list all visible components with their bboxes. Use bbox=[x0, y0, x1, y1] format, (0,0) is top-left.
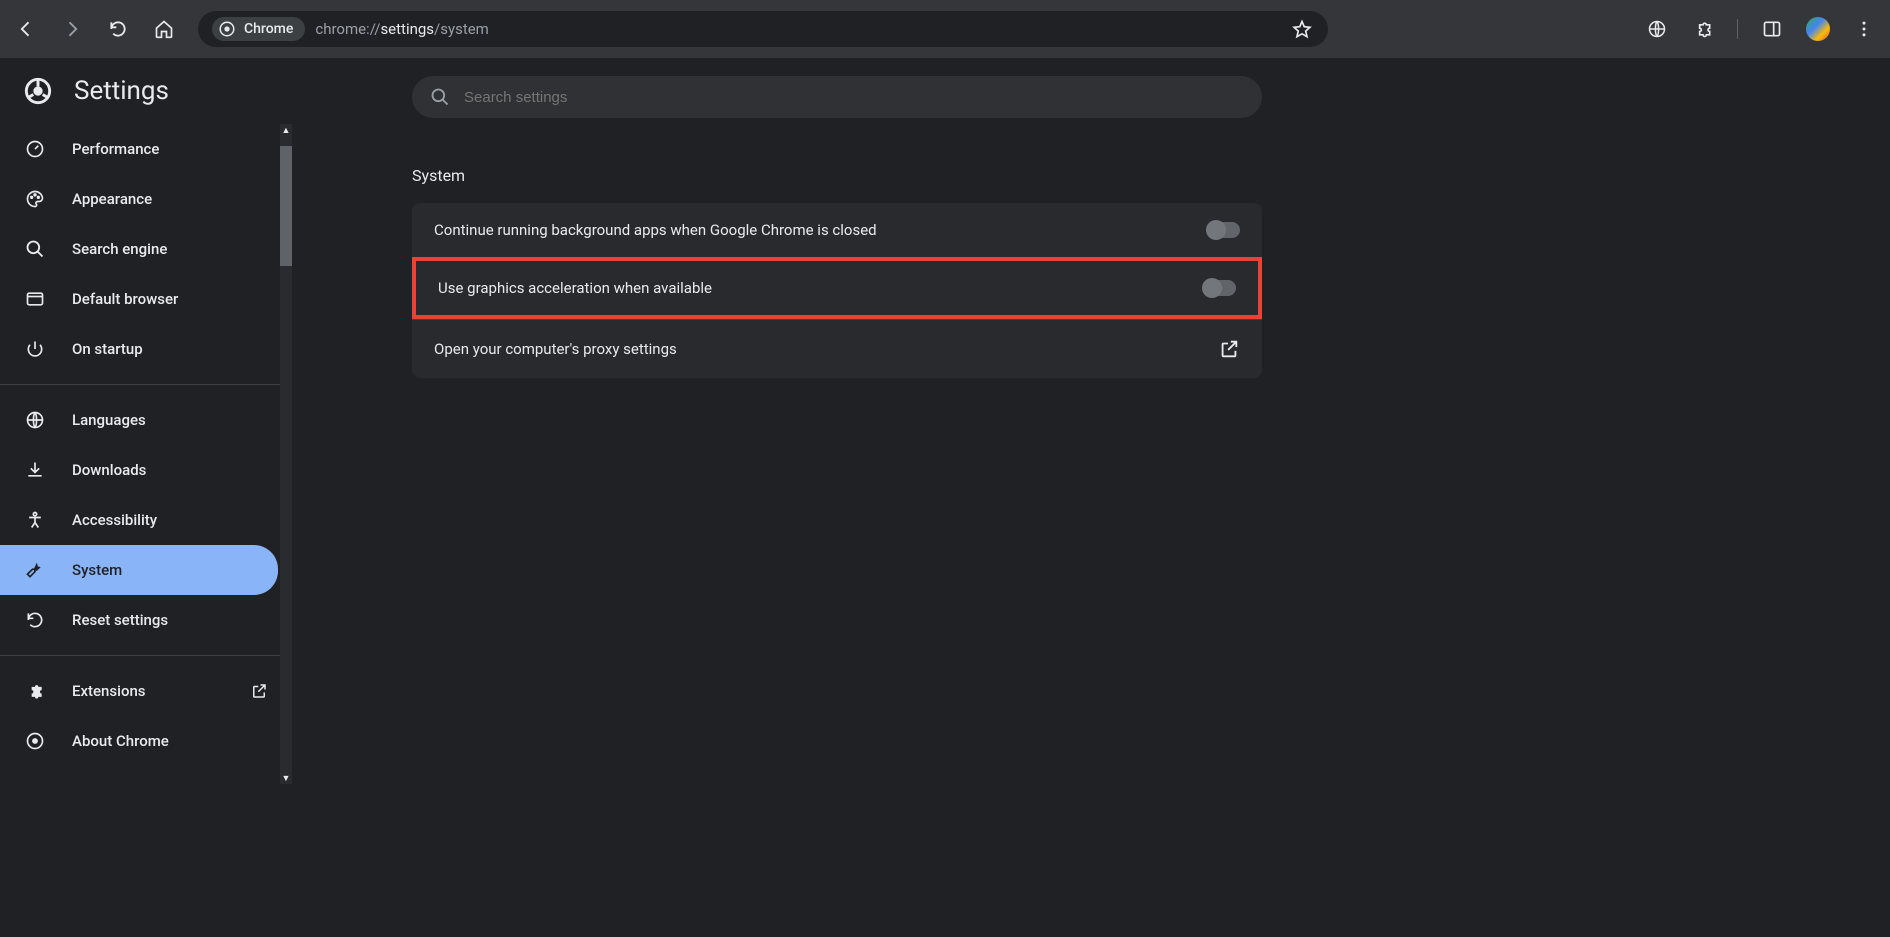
chrome-logo-icon bbox=[24, 77, 52, 105]
sidebar-item-label: Accessibility bbox=[72, 511, 157, 529]
content-area: Settings Performance Appearance Search e… bbox=[0, 58, 1890, 937]
search-wrap bbox=[292, 76, 1890, 118]
wrench-icon bbox=[24, 559, 46, 581]
sidebar-item-languages[interactable]: Languages bbox=[0, 395, 292, 445]
profile-avatar[interactable] bbox=[1806, 17, 1830, 41]
row-label: Open your computer's proxy settings bbox=[434, 340, 677, 358]
sidebar-item-label: Performance bbox=[72, 140, 159, 158]
reset-icon bbox=[24, 609, 46, 631]
sidebar-item-extensions[interactable]: Extensions bbox=[0, 666, 292, 716]
bookmark-button[interactable] bbox=[1290, 17, 1314, 41]
reload-button[interactable] bbox=[106, 17, 130, 41]
browser-toolbar: Chrome chrome://settings/system bbox=[0, 0, 1890, 58]
browser-icon bbox=[24, 288, 46, 310]
download-icon bbox=[24, 459, 46, 481]
nav-button-group bbox=[14, 17, 176, 41]
scrollbar-thumb[interactable] bbox=[280, 146, 292, 266]
forward-button[interactable] bbox=[60, 17, 84, 41]
sidebar: Settings Performance Appearance Search e… bbox=[0, 58, 292, 937]
back-button[interactable] bbox=[14, 17, 38, 41]
separator bbox=[1737, 19, 1738, 39]
sidebar-item-label: Default browser bbox=[72, 290, 178, 308]
scrollbar-track[interactable]: ▲ ▼ bbox=[280, 124, 292, 784]
sidebar-item-search-engine[interactable]: Search engine bbox=[0, 224, 292, 274]
globe-icon bbox=[24, 409, 46, 431]
sidebar-item-downloads[interactable]: Downloads bbox=[0, 445, 292, 495]
row-label: Use graphics acceleration when available bbox=[438, 279, 712, 297]
scroll-down-arrow[interactable]: ▼ bbox=[280, 772, 292, 784]
row-proxy-settings[interactable]: Open your computer's proxy settings bbox=[412, 319, 1262, 378]
sidebar-item-reset-settings[interactable]: Reset settings bbox=[0, 595, 292, 645]
sidebar-item-label: Extensions bbox=[72, 682, 146, 700]
sidebar-item-appearance[interactable]: Appearance bbox=[0, 174, 292, 224]
sidebar-item-default-browser[interactable]: Default browser bbox=[0, 274, 292, 324]
chrome-icon bbox=[24, 730, 46, 752]
scroll-up-arrow[interactable]: ▲ bbox=[280, 124, 292, 136]
row-label: Continue running background apps when Go… bbox=[434, 221, 877, 239]
sidebar-item-label: System bbox=[72, 561, 122, 579]
row-graphics-acceleration: Use graphics acceleration when available bbox=[412, 257, 1262, 319]
external-link-icon bbox=[250, 682, 268, 700]
toggle-background-apps[interactable] bbox=[1206, 222, 1240, 238]
sidebar-item-system[interactable]: System bbox=[0, 545, 278, 595]
site-chip[interactable]: Chrome bbox=[212, 17, 305, 41]
palette-icon bbox=[24, 188, 46, 210]
sidebar-item-label: Reset settings bbox=[72, 611, 168, 629]
sidebar-item-label: Downloads bbox=[72, 461, 146, 479]
sidebar-separator bbox=[0, 655, 292, 656]
address-bar[interactable]: Chrome chrome://settings/system bbox=[198, 11, 1328, 47]
power-icon bbox=[24, 338, 46, 360]
section-title: System bbox=[412, 166, 1262, 185]
toggle-graphics-acceleration[interactable] bbox=[1202, 280, 1236, 296]
extensions-icon[interactable] bbox=[1691, 17, 1715, 41]
url-display: chrome://settings/system bbox=[315, 20, 489, 38]
sidebar-item-about-chrome[interactable]: About Chrome bbox=[0, 716, 292, 766]
sidebar-scroll: Performance Appearance Search engine Def… bbox=[0, 124, 292, 784]
home-button[interactable] bbox=[152, 17, 176, 41]
search-icon bbox=[430, 87, 450, 107]
settings-header: Settings bbox=[0, 58, 292, 124]
row-background-apps: Continue running background apps when Go… bbox=[412, 203, 1262, 257]
settings-card: Continue running background apps when Go… bbox=[412, 203, 1262, 378]
sidebar-separator bbox=[0, 384, 292, 385]
search-input[interactable] bbox=[464, 89, 1244, 106]
main-content: System Continue running background apps … bbox=[292, 58, 1890, 937]
chip-label: Chrome bbox=[244, 21, 293, 37]
chrome-icon bbox=[218, 20, 236, 38]
sidebar-item-label: Appearance bbox=[72, 190, 152, 208]
system-section: System Continue running background apps … bbox=[412, 166, 1262, 378]
sidebar-item-label: About Chrome bbox=[72, 732, 169, 750]
sidebar-item-label: Search engine bbox=[72, 240, 167, 258]
gauge-icon bbox=[24, 138, 46, 160]
sidebar-item-accessibility[interactable]: Accessibility bbox=[0, 495, 292, 545]
external-link-icon bbox=[1218, 338, 1240, 360]
side-panel-icon[interactable] bbox=[1760, 17, 1784, 41]
globe-icon[interactable] bbox=[1645, 17, 1669, 41]
search-icon bbox=[24, 238, 46, 260]
toolbar-right bbox=[1645, 17, 1876, 41]
page-title: Settings bbox=[74, 76, 169, 106]
sidebar-item-label: Languages bbox=[72, 411, 146, 429]
sidebar-item-performance[interactable]: Performance bbox=[0, 124, 292, 174]
accessibility-icon bbox=[24, 509, 46, 531]
sidebar-item-label: On startup bbox=[72, 340, 143, 358]
sidebar-item-on-startup[interactable]: On startup bbox=[0, 324, 292, 374]
menu-button[interactable] bbox=[1852, 17, 1876, 41]
puzzle-icon bbox=[24, 680, 46, 702]
search-box[interactable] bbox=[412, 76, 1262, 118]
